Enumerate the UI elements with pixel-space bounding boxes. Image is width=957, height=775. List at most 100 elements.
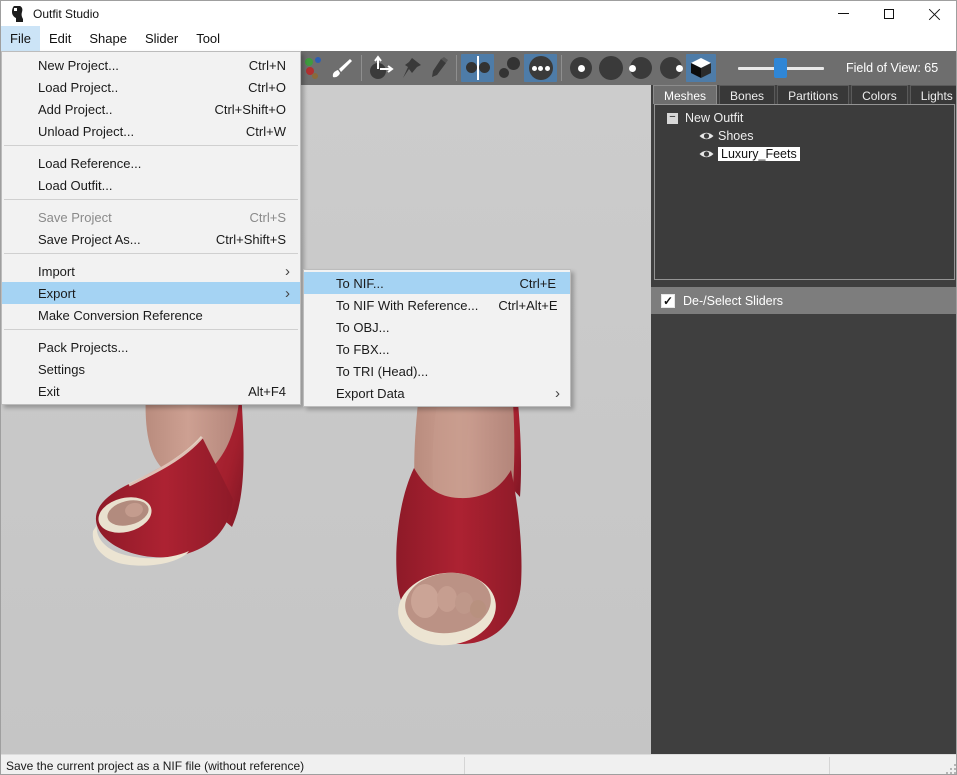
connected-surface-icon	[498, 57, 520, 79]
pin-tool-button[interactable]	[396, 54, 426, 82]
submenu-item-to-obj[interactable]: To OBJ...	[304, 316, 570, 338]
circle-center-dot-icon	[570, 57, 592, 79]
title-bar: Outfit Studio	[1, 1, 957, 26]
tab-lights[interactable]: Lights	[910, 85, 957, 104]
tab-partitions[interactable]: Partitions	[777, 85, 849, 104]
tab-bones-label: Bones	[730, 89, 764, 103]
window-controls	[820, 1, 957, 26]
menu-item-exit[interactable]: Exit Alt+F4	[2, 380, 300, 402]
menu-item-label: To NIF...	[336, 276, 500, 291]
menubar-slider[interactable]: Slider	[136, 26, 187, 51]
visibility-eye-icon[interactable]	[699, 149, 714, 159]
menubar-shape[interactable]: Shape	[80, 26, 136, 51]
menu-item-label: Save Project As...	[38, 232, 196, 247]
tree-root-new-outfit[interactable]: − New Outfit	[667, 111, 954, 125]
brush-tool-button[interactable]	[327, 54, 357, 82]
xmirror-cube-toggle[interactable]	[686, 54, 716, 82]
submenu-item-to-nif[interactable]: To NIF... Ctrl+E	[304, 272, 570, 294]
menu-item-shortcut: Ctrl+E	[520, 276, 556, 291]
menu-separator	[4, 329, 298, 330]
mesh-tree: − New Outfit Shoes Luxury_Feets	[654, 104, 955, 280]
tab-colors-label: Colors	[862, 89, 897, 103]
pencil-icon	[430, 57, 448, 79]
app-logo-icon	[10, 6, 24, 22]
menubar-shape-label: Shape	[89, 31, 127, 46]
minimize-icon	[838, 13, 849, 14]
pencil-tool-button[interactable]	[426, 54, 452, 82]
menu-item-save-project: Save Project Ctrl+S	[2, 206, 300, 228]
submenu-item-to-tri-head[interactable]: To TRI (Head)...	[304, 360, 570, 382]
tree-item-luxury-feets[interactable]: Luxury_Feets	[699, 147, 954, 161]
maximize-icon	[884, 9, 894, 19]
brush-strength-button[interactable]	[596, 54, 626, 82]
submenu-item-export-data[interactable]: Export Data ›	[304, 382, 570, 404]
resize-grip[interactable]	[944, 762, 957, 775]
status-text: Save the current project as a NIF file (…	[6, 759, 304, 773]
menubar-tool-label: Tool	[196, 31, 220, 46]
menu-item-label: New Project...	[38, 58, 229, 73]
brush-icon	[331, 57, 353, 79]
menu-item-shortcut: Alt+F4	[248, 384, 286, 399]
maximize-button[interactable]	[866, 1, 912, 26]
menu-item-new-project[interactable]: New Project... Ctrl+N	[2, 54, 300, 76]
left-shoe-mesh	[93, 391, 244, 566]
file-menu: New Project... Ctrl+N Load Project.. Ctr…	[1, 51, 301, 405]
right-shoe-mesh	[394, 403, 522, 651]
deselect-sliders-checkbox[interactable]: ✓	[661, 294, 675, 308]
menubar-slider-label: Slider	[145, 31, 178, 46]
menu-item-shortcut: Ctrl+S	[250, 210, 286, 225]
brush-focus-button[interactable]	[626, 54, 656, 82]
toolbar-separator	[456, 55, 457, 81]
field-of-view-slider[interactable]	[738, 67, 824, 70]
menu-item-unload-project[interactable]: Unload Project... Ctrl+W	[2, 120, 300, 142]
tab-colors[interactable]: Colors	[851, 85, 908, 104]
submenu-item-to-fbx[interactable]: To FBX...	[304, 338, 570, 360]
tree-item-shoes[interactable]: Shoes	[699, 129, 954, 143]
menu-item-make-conversion-reference[interactable]: Make Conversion Reference	[2, 304, 300, 326]
menu-item-shortcut: Ctrl+W	[246, 124, 286, 139]
menu-item-settings[interactable]: Settings	[2, 358, 300, 380]
circle-solid-icon	[599, 56, 623, 80]
menu-item-load-project[interactable]: Load Project.. Ctrl+O	[2, 76, 300, 98]
menu-item-add-project[interactable]: Add Project.. Ctrl+Shift+O	[2, 98, 300, 120]
menu-item-save-project-as[interactable]: Save Project As... Ctrl+Shift+S	[2, 228, 300, 250]
export-submenu: To NIF... Ctrl+E To NIF With Reference..…	[303, 269, 571, 407]
deselect-sliders-bar: ✓ De-/Select Sliders	[651, 287, 957, 314]
brush-size-button[interactable]	[566, 54, 596, 82]
connected-surface-toggle[interactable]	[494, 54, 524, 82]
right-panel: Meshes Bones Partitions Colors Lights − …	[651, 85, 957, 754]
visibility-eye-icon[interactable]	[699, 131, 714, 141]
minimize-button[interactable]	[820, 1, 866, 26]
close-button[interactable]	[912, 1, 957, 26]
menubar-tool[interactable]: Tool	[187, 26, 229, 51]
fov-slider-handle[interactable]	[774, 58, 787, 78]
tree-collapse-icon[interactable]: −	[667, 113, 678, 124]
tab-meshes[interactable]: Meshes	[653, 85, 717, 104]
brush-spacing-button[interactable]	[656, 54, 686, 82]
status-bar: Save the current project as a NIF file (…	[1, 754, 957, 775]
menu-separator	[4, 253, 298, 254]
menu-item-export[interactable]: Export ›	[2, 282, 300, 304]
tree-item-label: Shoes	[718, 129, 753, 143]
menu-separator	[4, 199, 298, 200]
submenu-item-to-nif-with-reference[interactable]: To NIF With Reference... Ctrl+Alt+E	[304, 294, 570, 316]
pin-icon	[400, 57, 422, 79]
menu-item-label: Exit	[38, 384, 228, 399]
menubar-edit[interactable]: Edit	[40, 26, 80, 51]
global-brush-toggle[interactable]	[524, 54, 557, 82]
menu-separator	[4, 145, 298, 146]
menu-item-label: Add Project..	[38, 102, 194, 117]
submenu-arrow-icon: ›	[555, 386, 560, 401]
tab-bones[interactable]: Bones	[719, 85, 775, 104]
view-gizmo-button[interactable]	[303, 54, 327, 82]
menu-item-label: Pack Projects...	[38, 340, 286, 355]
menu-item-load-outfit[interactable]: Load Outfit...	[2, 174, 300, 196]
menu-item-import[interactable]: Import ›	[2, 260, 300, 282]
menubar-file[interactable]: File	[1, 26, 40, 51]
transform-tool-button[interactable]	[366, 54, 396, 82]
field-of-view-label: Field of View: 65	[846, 61, 938, 75]
mirror-brush-toggle[interactable]	[461, 54, 494, 82]
menu-item-pack-projects[interactable]: Pack Projects...	[2, 336, 300, 358]
menu-item-load-reference[interactable]: Load Reference...	[2, 152, 300, 174]
menu-item-label: Load Outfit...	[38, 178, 286, 193]
